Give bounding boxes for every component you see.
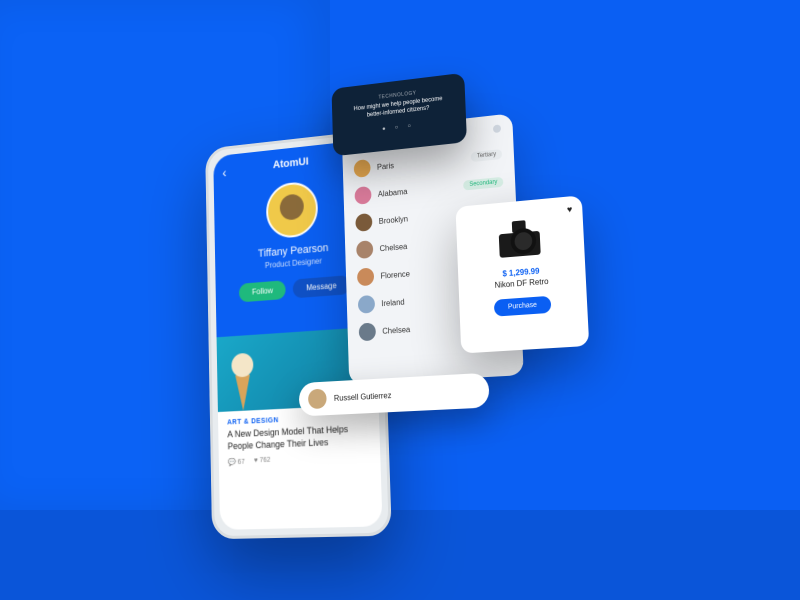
follow-button[interactable]: Follow [239,280,286,302]
contact-avatar [354,159,371,178]
likes-count: ♥ 762 [254,457,271,466]
back-icon[interactable]: ‹ [222,165,226,181]
contact-avatar [357,267,374,286]
menu-dot-icon[interactable] [493,124,501,133]
message-button[interactable]: Message [293,275,350,298]
contact-avatar [354,186,371,205]
purchase-button[interactable]: Purchase [494,296,551,317]
contact-name: Chelsea [382,321,470,336]
contact-chip[interactable]: Secondary [463,177,503,191]
contact-avatar [356,240,373,259]
article-title: A New Design Model That Helps People Cha… [227,423,370,453]
product-card[interactable]: ♥ $ 1,299.99 Nikon DF Retro Purchase [455,195,589,353]
contact-avatar [358,295,375,314]
contact-name: Alabama [378,182,457,198]
contact-chip[interactable]: Tertiary [471,149,502,162]
pill-username: Russell Gutierrez [334,391,392,403]
favorite-icon[interactable]: ♥ [567,204,573,214]
icecream-icon [229,351,256,412]
article-meta: 💬 67 ♥ 762 [228,453,371,467]
prompt-card[interactable]: TECHNOLOGY How might we help people beco… [331,73,466,157]
comments-count: 💬 67 [228,458,245,467]
contact-avatar [355,213,372,232]
contact-name: Paris [377,153,465,171]
background-floor [0,510,800,600]
profile-avatar[interactable] [266,180,319,239]
product-image [490,216,548,264]
pill-avatar [308,389,327,410]
contact-avatar [359,322,376,341]
pager-dots-icon: ● ○ ○ [346,118,453,136]
